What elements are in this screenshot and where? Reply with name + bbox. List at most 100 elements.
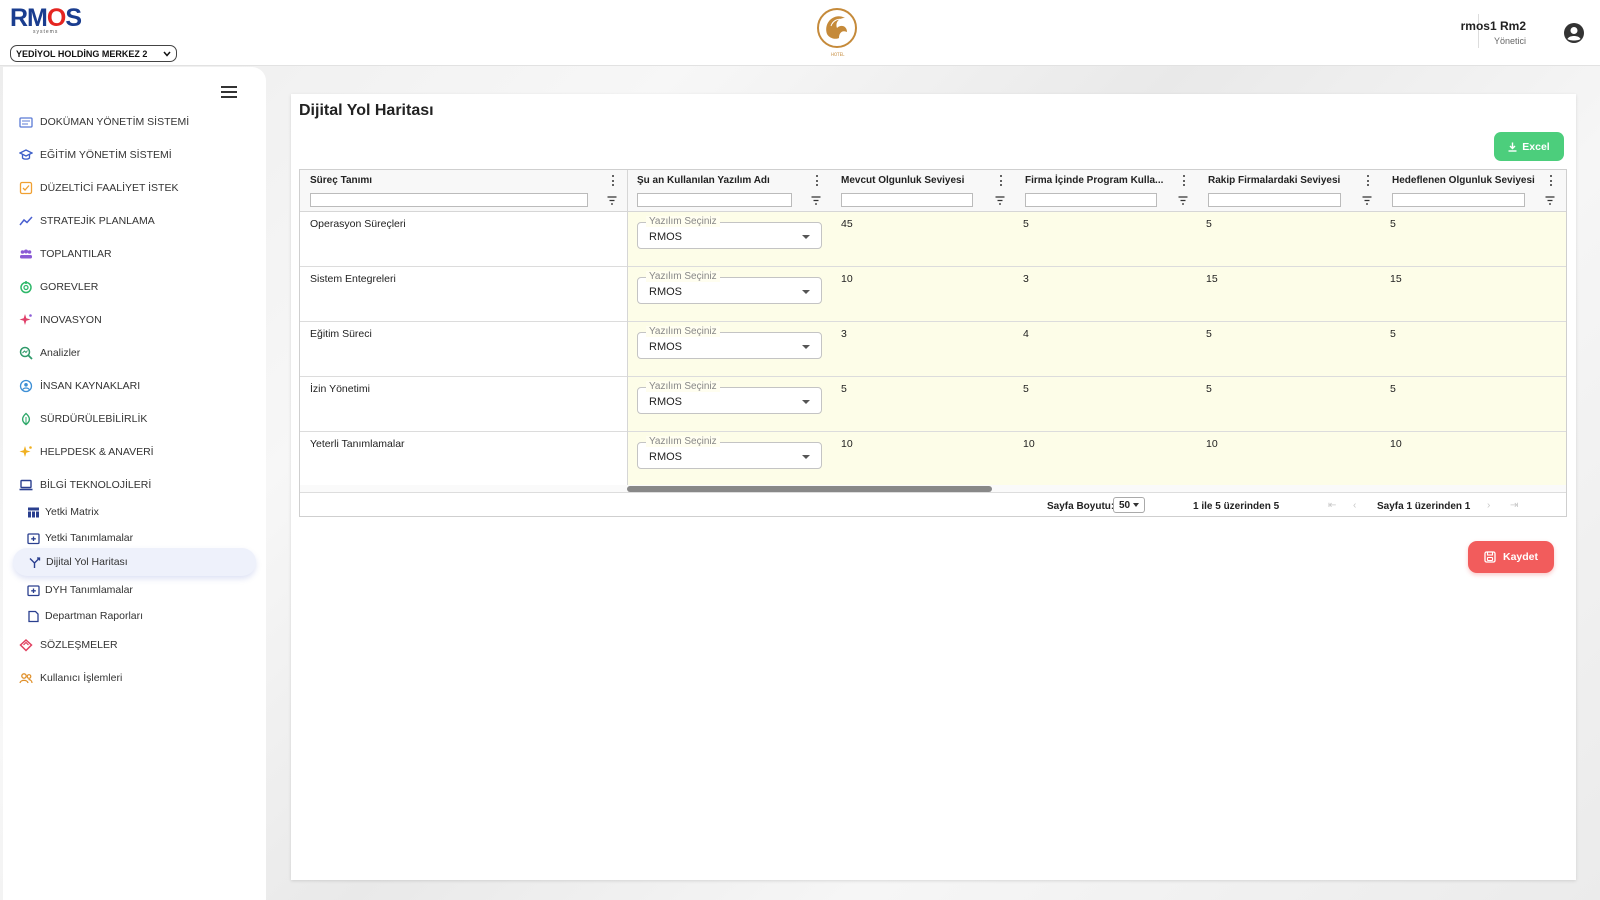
filter-input-surec[interactable] — [310, 193, 588, 207]
filter-input-hedeflenen[interactable] — [1392, 193, 1525, 207]
cell-target[interactable]: 10 — [1390, 438, 1402, 450]
cell-current[interactable]: 45 — [841, 218, 853, 230]
cell-competitor[interactable]: 5 — [1206, 328, 1212, 340]
sidebar-subitem-dijital-yol-haritasi[interactable]: Dijital Yol Haritası — [13, 548, 256, 576]
sidebar-item-bilgi-teknolojileri[interactable]: BİLGİ TEKNOLOJİLERİ — [19, 475, 151, 495]
table-row[interactable]: Sistem Entegreleri Yazılım Seçiniz RMOS … — [300, 267, 1566, 322]
sidebar-item-kullanici-islemleri[interactable]: Kullanıcı İşlemleri — [19, 668, 122, 688]
column-header-rakip[interactable]: Rakip Firmalardaki Seviyesi — [1198, 170, 1366, 190]
column-header-hedeflenen[interactable]: Hedeflenen Olgunluk Seviyesi — [1382, 170, 1550, 190]
sidebar-item-gorevler[interactable]: GOREVLER — [19, 277, 98, 297]
sidebar-subitem-label: Yetki Tanımlamalar — [45, 532, 134, 544]
sidebar-subitem-yetki-matrix[interactable]: Yetki Matrix — [27, 502, 99, 522]
select-label: Yazılım Seçiniz — [646, 326, 720, 337]
sidebar-item-dokuman[interactable]: DOKÜMAN YÖNETİM SİSTEMİ — [19, 112, 189, 132]
sidebar-item-analizler[interactable]: Analizler — [19, 343, 80, 363]
floppy-disk-icon — [1484, 551, 1496, 563]
filter-input-mevcut[interactable] — [841, 193, 973, 207]
filter-input-rakip[interactable] — [1208, 193, 1341, 207]
table-row[interactable]: Eğitim Süreci Yazılım Seçiniz RMOS 3 4 5… — [300, 322, 1566, 377]
user-avatar-icon[interactable] — [1563, 22, 1585, 44]
sidebar-item-label: Analizler — [40, 347, 81, 359]
first-page-icon[interactable]: ⇤ — [1328, 500, 1336, 511]
sidebar-item-helpdesk[interactable]: HELPDESK & ANAVERİ — [19, 442, 154, 462]
sidebar-subitem-dyh-tanimlamalar[interactable]: DYH Tanımlamalar — [27, 580, 133, 600]
folder-icon — [19, 117, 33, 128]
prev-page-icon[interactable]: ‹ — [1353, 500, 1356, 511]
filter-icon[interactable] — [995, 196, 1005, 205]
last-page-icon[interactable]: ⇥ — [1510, 500, 1518, 511]
cell-internal[interactable]: 10 — [1023, 438, 1035, 450]
table-row[interactable]: İzin Yönetimi Yazılım Seçiniz RMOS 5 5 5… — [300, 377, 1566, 432]
cell-internal[interactable]: 5 — [1023, 218, 1029, 230]
filter-icon[interactable] — [1178, 196, 1188, 205]
table-row[interactable]: Operasyon Süreçleri Yazılım Seçiniz RMOS… — [300, 212, 1566, 267]
column-menu-icon[interactable] — [1546, 175, 1556, 186]
sidebar-item-duzeltici[interactable]: DÜZELTİCİ FAALİYET İSTEK — [19, 178, 178, 198]
sidebar-subitem-yetki-tanimlamalar[interactable]: Yetki Tanımlamalar — [27, 528, 133, 548]
cell-current[interactable]: 3 — [841, 328, 847, 340]
cell-target[interactable]: 15 — [1390, 273, 1402, 285]
software-select[interactable]: Yazılım Seçiniz RMOS — [637, 436, 822, 469]
cell-target[interactable]: 5 — [1390, 383, 1396, 395]
software-select[interactable]: Yazılım Seçiniz RMOS — [637, 381, 822, 414]
cell-internal[interactable]: 5 — [1023, 383, 1029, 395]
filter-icon[interactable] — [607, 196, 617, 205]
sidebar-item-egitim[interactable]: EĞİTİM YÖNETİM SİSTEMİ — [19, 145, 172, 165]
cell-internal[interactable]: 4 — [1023, 328, 1029, 340]
excel-export-button[interactable]: Excel — [1494, 132, 1564, 161]
column-header-firma-ici[interactable]: Firma İçinde Program Kulla... — [1015, 170, 1183, 190]
user-info[interactable]: rmos1 Rm2 Yönetici — [1461, 19, 1526, 46]
hr-icon — [19, 379, 33, 393]
sidebar-item-insan-kaynaklari[interactable]: İNSAN KAYNAKLARI — [19, 376, 140, 396]
select-value: RMOS — [649, 341, 682, 353]
cell-competitor[interactable]: 5 — [1206, 218, 1212, 230]
column-menu-icon[interactable] — [1363, 175, 1373, 186]
cell-current[interactable]: 5 — [841, 383, 847, 395]
software-select[interactable]: Yazılım Seçiniz RMOS — [637, 271, 822, 304]
save-button-label: Kaydet — [1502, 551, 1538, 563]
user-role: Yönetici — [1493, 36, 1526, 46]
page-indicator: Sayfa 1 üzerinden 1 — [1377, 501, 1471, 512]
sidebar-item-sozlesmeler[interactable]: SÖZLEŞMELER — [19, 635, 118, 655]
cell-process: İzin Yönetimi — [310, 383, 370, 395]
column-menu-icon[interactable] — [1179, 175, 1189, 186]
page-size-select[interactable]: 50 — [1113, 497, 1145, 513]
sidebar-subitem-departman-raporlari[interactable]: Departman Raporları — [27, 606, 143, 626]
horizontal-scrollbar-thumb[interactable] — [627, 486, 992, 492]
cell-internal[interactable]: 3 — [1023, 273, 1029, 285]
cell-current[interactable]: 10 — [841, 273, 853, 285]
column-menu-icon[interactable] — [996, 175, 1006, 186]
filter-icon[interactable] — [1545, 196, 1555, 205]
filter-icon[interactable] — [1362, 196, 1372, 205]
software-select[interactable]: Yazılım Seçiniz RMOS — [637, 216, 822, 249]
save-button[interactable]: Kaydet — [1468, 541, 1554, 573]
rmos-logo[interactable]: RMOS — [10, 6, 82, 31]
next-page-icon[interactable]: › — [1487, 500, 1490, 511]
cell-current[interactable]: 10 — [841, 438, 853, 450]
add-box-icon — [27, 532, 40, 544]
cell-competitor[interactable]: 15 — [1206, 273, 1218, 285]
cell-competitor[interactable]: 10 — [1206, 438, 1218, 450]
column-menu-icon[interactable] — [608, 175, 618, 186]
cell-target[interactable]: 5 — [1390, 218, 1396, 230]
column-header-surec[interactable]: Süreç Tanımı — [300, 170, 610, 190]
sidebar-item-inovasyon[interactable]: INOVASYON — [19, 310, 102, 330]
sidebar-item-stratejik[interactable]: STRATEJİK PLANLAMA — [19, 211, 155, 231]
column-menu-icon[interactable] — [812, 175, 822, 186]
sidebar-item-toplantilar[interactable]: TOPLANTILAR — [19, 244, 112, 264]
filter-input-firma-ici[interactable] — [1025, 193, 1157, 207]
filter-input-yazilim[interactable] — [637, 193, 792, 207]
software-select[interactable]: Yazılım Seçiniz RMOS — [637, 326, 822, 359]
filter-icon[interactable] — [811, 196, 821, 205]
column-header-mevcut[interactable]: Mevcut Olgunluk Seviyesi — [831, 170, 1001, 190]
sparkle-icon — [19, 314, 32, 325]
cell-target[interactable]: 5 — [1390, 328, 1396, 340]
sidebar-item-label: DÜZELTİCİ FAALİYET İSTEK — [40, 182, 179, 194]
column-header-yazilim[interactable]: Şu an Kullanılan Yazılım Adı — [627, 170, 807, 190]
menu-toggle-icon[interactable] — [221, 86, 237, 98]
table-row[interactable]: Yeterli Tanımlamalar Yazılım Seçiniz RMO… — [300, 432, 1566, 487]
company-select[interactable]: YEDİYOL HOLDİNG MERKEZ 2 — [10, 45, 177, 62]
sidebar-item-surdurulebilirlik[interactable]: SÜRDÜRÜLEBİLİRLİK — [19, 409, 147, 429]
cell-competitor[interactable]: 5 — [1206, 383, 1212, 395]
